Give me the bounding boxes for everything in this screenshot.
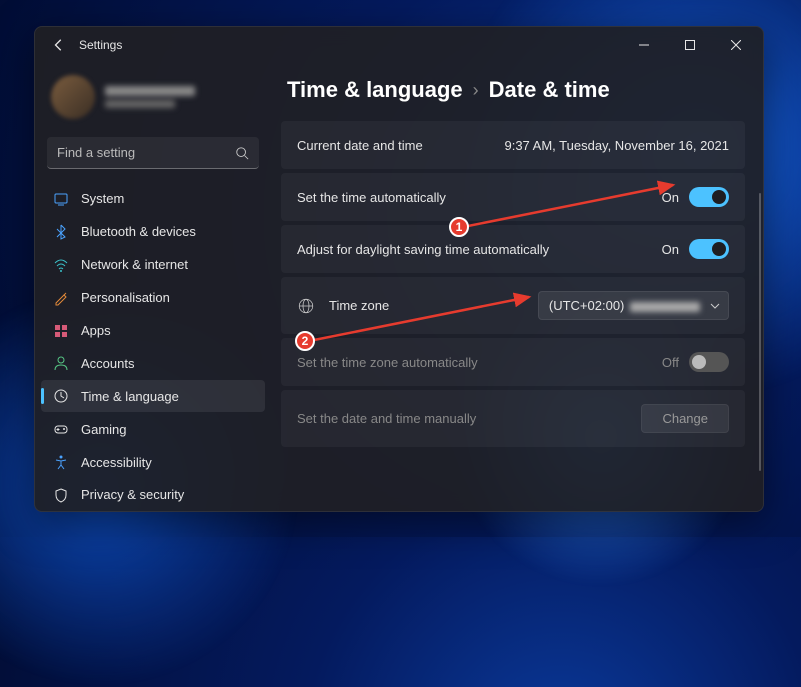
gaming-icon <box>53 421 69 437</box>
scrollbar[interactable] <box>759 193 761 471</box>
timezone-value: (UTC+02:00) <box>549 298 625 313</box>
current-datetime-label: Current date and time <box>297 138 423 153</box>
auto-time-label: Set the time automatically <box>297 190 446 205</box>
auto-timezone-state: Off <box>662 355 679 370</box>
close-button[interactable] <box>713 29 759 61</box>
sidebar-item-label: Time & language <box>81 389 179 404</box>
privacy-icon <box>53 487 69 503</box>
nav-list: System Bluetooth & devices Network & inter… <box>41 183 265 511</box>
change-button[interactable]: Change <box>641 404 729 433</box>
chevron-right-icon: › <box>473 80 479 101</box>
bluetooth-icon <box>53 224 69 240</box>
profile-text <box>105 86 195 108</box>
current-datetime-value: 9:37 AM, Tuesday, November 16, 2021 <box>504 138 729 153</box>
sidebar-item-privacy-security[interactable]: Privacy & security <box>41 479 265 511</box>
sidebar-item-label: Privacy & security <box>81 487 184 502</box>
maximize-icon <box>685 40 695 50</box>
sidebar-item-personalisation[interactable]: Personalisation <box>41 282 265 314</box>
auto-timezone-row: Set the time zone automatically Off <box>281 338 745 386</box>
sidebar-item-label: Bluetooth & devices <box>81 224 196 239</box>
user-profile[interactable] <box>41 69 265 133</box>
sidebar: System Bluetooth & devices Network & inter… <box>35 63 271 511</box>
sidebar-item-label: System <box>81 191 124 206</box>
sidebar-item-accounts[interactable]: Accounts <box>41 347 265 379</box>
system-icon <box>53 191 69 207</box>
settings-window: Settings SystemBluetooth & devicesNetwor <box>34 26 764 512</box>
sidebar-item-label: Accessibility <box>81 455 152 470</box>
sidebar-item-label: Personalisation <box>81 290 170 305</box>
breadcrumb: Time & language › Date & time <box>287 77 745 103</box>
minimize-button[interactable] <box>621 29 667 61</box>
minimize-icon <box>639 40 649 50</box>
timezone-row: Time zone (UTC+02:00) <box>281 277 745 334</box>
titlebar: Settings <box>35 27 763 63</box>
sidebar-item-accessibility[interactable]: Accessibility <box>41 446 265 478</box>
auto-time-state: On <box>662 190 679 205</box>
personalisation-icon <box>53 290 69 306</box>
globe-icon <box>297 297 315 315</box>
sidebar-item-bluetooth-devices[interactable]: Bluetooth & devices <box>41 216 265 248</box>
arrow-left-icon <box>52 38 66 52</box>
search-box[interactable] <box>47 137 259 169</box>
manual-datetime-row: Set the date and time manually Change <box>281 390 745 447</box>
main-content: Time & language › Date & time Current da… <box>271 63 763 511</box>
maximize-button[interactable] <box>667 29 713 61</box>
sidebar-item-label: Accounts <box>81 356 134 371</box>
close-icon <box>731 40 741 50</box>
dst-toggle[interactable] <box>689 239 729 259</box>
manual-datetime-label: Set the date and time manually <box>297 411 476 426</box>
time-language-icon <box>53 388 69 404</box>
sidebar-item-time-language[interactable]: Time & language <box>41 380 265 412</box>
current-datetime-row: Current date and time 9:37 AM, Tuesday, … <box>281 121 745 169</box>
timezone-label: Time zone <box>329 298 389 313</box>
dst-label: Adjust for daylight saving time automati… <box>297 242 549 257</box>
auto-timezone-label: Set the time zone automatically <box>297 355 478 370</box>
auto-timezone-toggle[interactable] <box>689 352 729 372</box>
network-icon <box>53 257 69 273</box>
breadcrumb-current: Date & time <box>489 77 610 103</box>
search-input[interactable] <box>57 145 235 160</box>
back-button[interactable] <box>49 35 69 55</box>
breadcrumb-parent[interactable]: Time & language <box>287 77 463 103</box>
dst-state: On <box>662 242 679 257</box>
sidebar-item-system[interactable]: System <box>41 183 265 215</box>
sidebar-item-gaming[interactable]: Gaming <box>41 413 265 445</box>
sidebar-item-label: Network & internet <box>81 257 188 272</box>
apps-icon <box>53 323 69 339</box>
sidebar-item-apps[interactable]: Apps <box>41 315 265 347</box>
timezone-select[interactable]: (UTC+02:00) <box>538 291 729 320</box>
sidebar-item-label: Apps <box>81 323 111 338</box>
timezone-name-redacted <box>630 302 700 312</box>
dst-row: Adjust for daylight saving time automati… <box>281 225 745 273</box>
sidebar-item-label: Gaming <box>81 422 127 437</box>
auto-time-row: Set the time automatically On <box>281 173 745 221</box>
search-icon <box>235 146 249 160</box>
chevron-down-icon <box>710 301 720 311</box>
app-title: Settings <box>79 38 122 52</box>
sidebar-item-network-internet[interactable]: Network & internet <box>41 249 265 281</box>
avatar <box>51 75 95 119</box>
accounts-icon <box>53 355 69 371</box>
auto-time-toggle[interactable] <box>689 187 729 207</box>
accessibility-icon <box>53 454 69 470</box>
